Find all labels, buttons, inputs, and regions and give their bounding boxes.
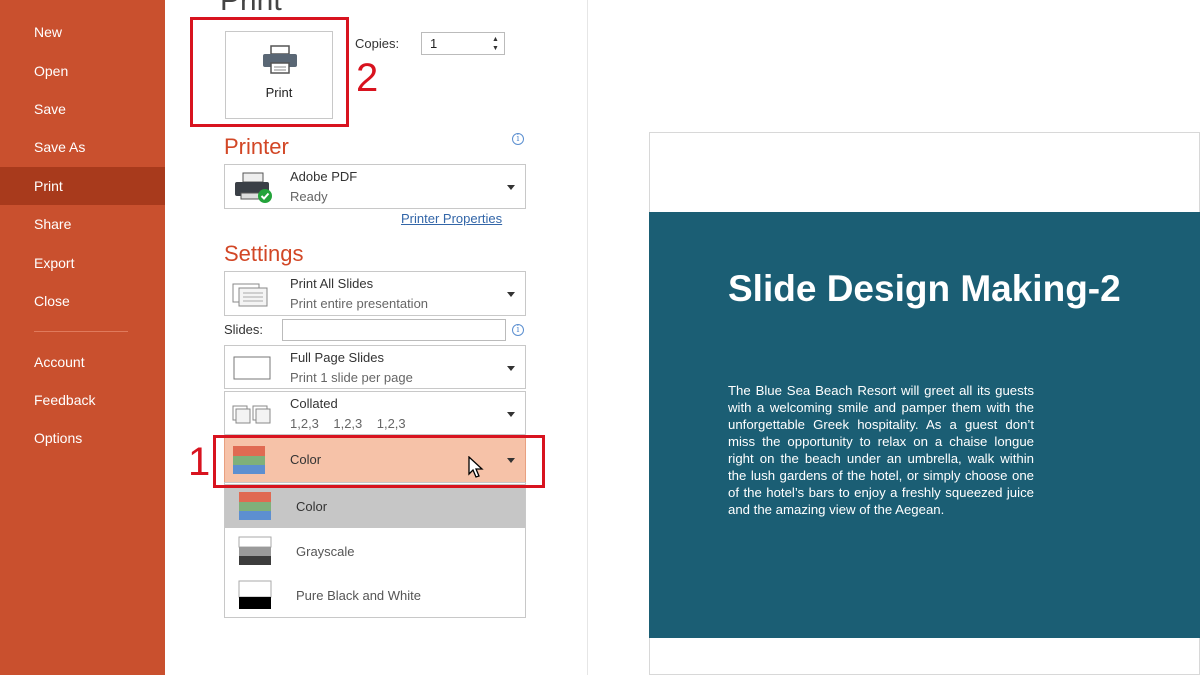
menu-item-label: Pure Black and White: [296, 588, 422, 603]
sidebar-item-save-as[interactable]: Save As: [0, 128, 165, 166]
layout-title: Full Page Slides: [290, 350, 384, 365]
sidebar-item-options[interactable]: Options: [0, 419, 165, 457]
print-range-subtitle: Print entire presentation: [290, 296, 429, 311]
print-range-title: Print All Slides: [290, 276, 374, 291]
page-title: Print: [220, 0, 282, 17]
sidebar-item-close[interactable]: Close: [0, 282, 165, 320]
sidebar-item-export[interactable]: Export: [0, 244, 165, 282]
sidebar-item-account[interactable]: Account: [0, 343, 165, 381]
highlight-box-color: [213, 435, 545, 488]
panel-divider: [587, 0, 588, 675]
collation-select[interactable]: Collated 1,2,3 1,2,3 1,2,3: [224, 391, 526, 435]
slide-preview: Slide Design Making-2 The Blue Sea Beach…: [649, 212, 1200, 638]
chevron-down-icon: [507, 185, 515, 190]
printer-info-icon[interactable]: i: [512, 133, 524, 145]
copies-stepper[interactable]: 1 ▲ ▼: [421, 32, 505, 55]
highlight-box-print: [190, 17, 349, 127]
printer-heading: Printer: [224, 134, 289, 159]
sidebar-item-new[interactable]: New: [0, 13, 165, 51]
collated-icon: [232, 405, 271, 424]
backstage-sidebar: New Open Save Save As Print Share Export…: [0, 0, 165, 675]
black-white-swatch-icon: [238, 580, 272, 609]
printer-status: Ready: [290, 189, 328, 204]
printer-properties-link[interactable]: Printer Properties: [401, 211, 502, 226]
sidebar-item-save[interactable]: Save: [0, 90, 165, 128]
collation-title: Collated: [290, 396, 338, 411]
slide-title: Slide Design Making-2: [728, 268, 1121, 309]
chevron-down-icon: [507, 412, 515, 417]
printer-name: Adobe PDF: [290, 169, 358, 184]
printer-status-icon: [235, 172, 272, 203]
menu-item-color[interactable]: Color: [225, 484, 525, 528]
color-swatch-icon: [239, 492, 271, 520]
settings-heading: Settings: [224, 241, 304, 266]
menu-item-pure-black-white[interactable]: Pure Black and White: [225, 573, 525, 617]
collation-subtitle: 1,2,3 1,2,3 1,2,3: [290, 416, 406, 431]
callout-number-2: 2: [356, 56, 379, 100]
slides-input[interactable]: [282, 319, 506, 341]
layout-select[interactable]: Full Page Slides Print 1 slide per page: [224, 345, 526, 389]
slides-label: Slides:: [224, 322, 264, 337]
printer-select[interactable]: Adobe PDF Ready: [224, 164, 526, 209]
sidebar-item-open[interactable]: Open: [0, 52, 165, 90]
print-range-select[interactable]: Print All Slides Print entire presentati…: [224, 271, 526, 316]
slide-body: The Blue Sea Beach Resort will greet all…: [728, 383, 1034, 517]
sidebar-divider: [34, 331, 128, 332]
color-mode-menu: Color Grayscale Pure Black and White: [224, 482, 526, 618]
slides-stack-icon: [232, 283, 268, 307]
sidebar-item-print[interactable]: Print: [0, 167, 165, 205]
slides-info-icon[interactable]: i: [512, 324, 524, 336]
grayscale-swatch-icon: [238, 536, 272, 565]
spin-arrows-icon[interactable]: ▲ ▼: [492, 35, 500, 53]
callout-number-1: 1: [188, 440, 211, 484]
menu-item-label: Grayscale: [296, 544, 355, 559]
layout-subtitle: Print 1 slide per page: [290, 370, 413, 385]
copies-label: Copies:: [355, 36, 400, 51]
menu-item-label: Color: [296, 499, 328, 514]
chevron-down-icon: [507, 366, 515, 371]
menu-item-grayscale[interactable]: Grayscale: [225, 529, 525, 573]
sidebar-item-share[interactable]: Share: [0, 205, 165, 243]
sidebar-item-feedback[interactable]: Feedback: [0, 381, 165, 419]
full-page-slide-icon: [233, 356, 271, 380]
chevron-down-icon: [507, 292, 515, 297]
copies-value: 1: [430, 36, 438, 51]
